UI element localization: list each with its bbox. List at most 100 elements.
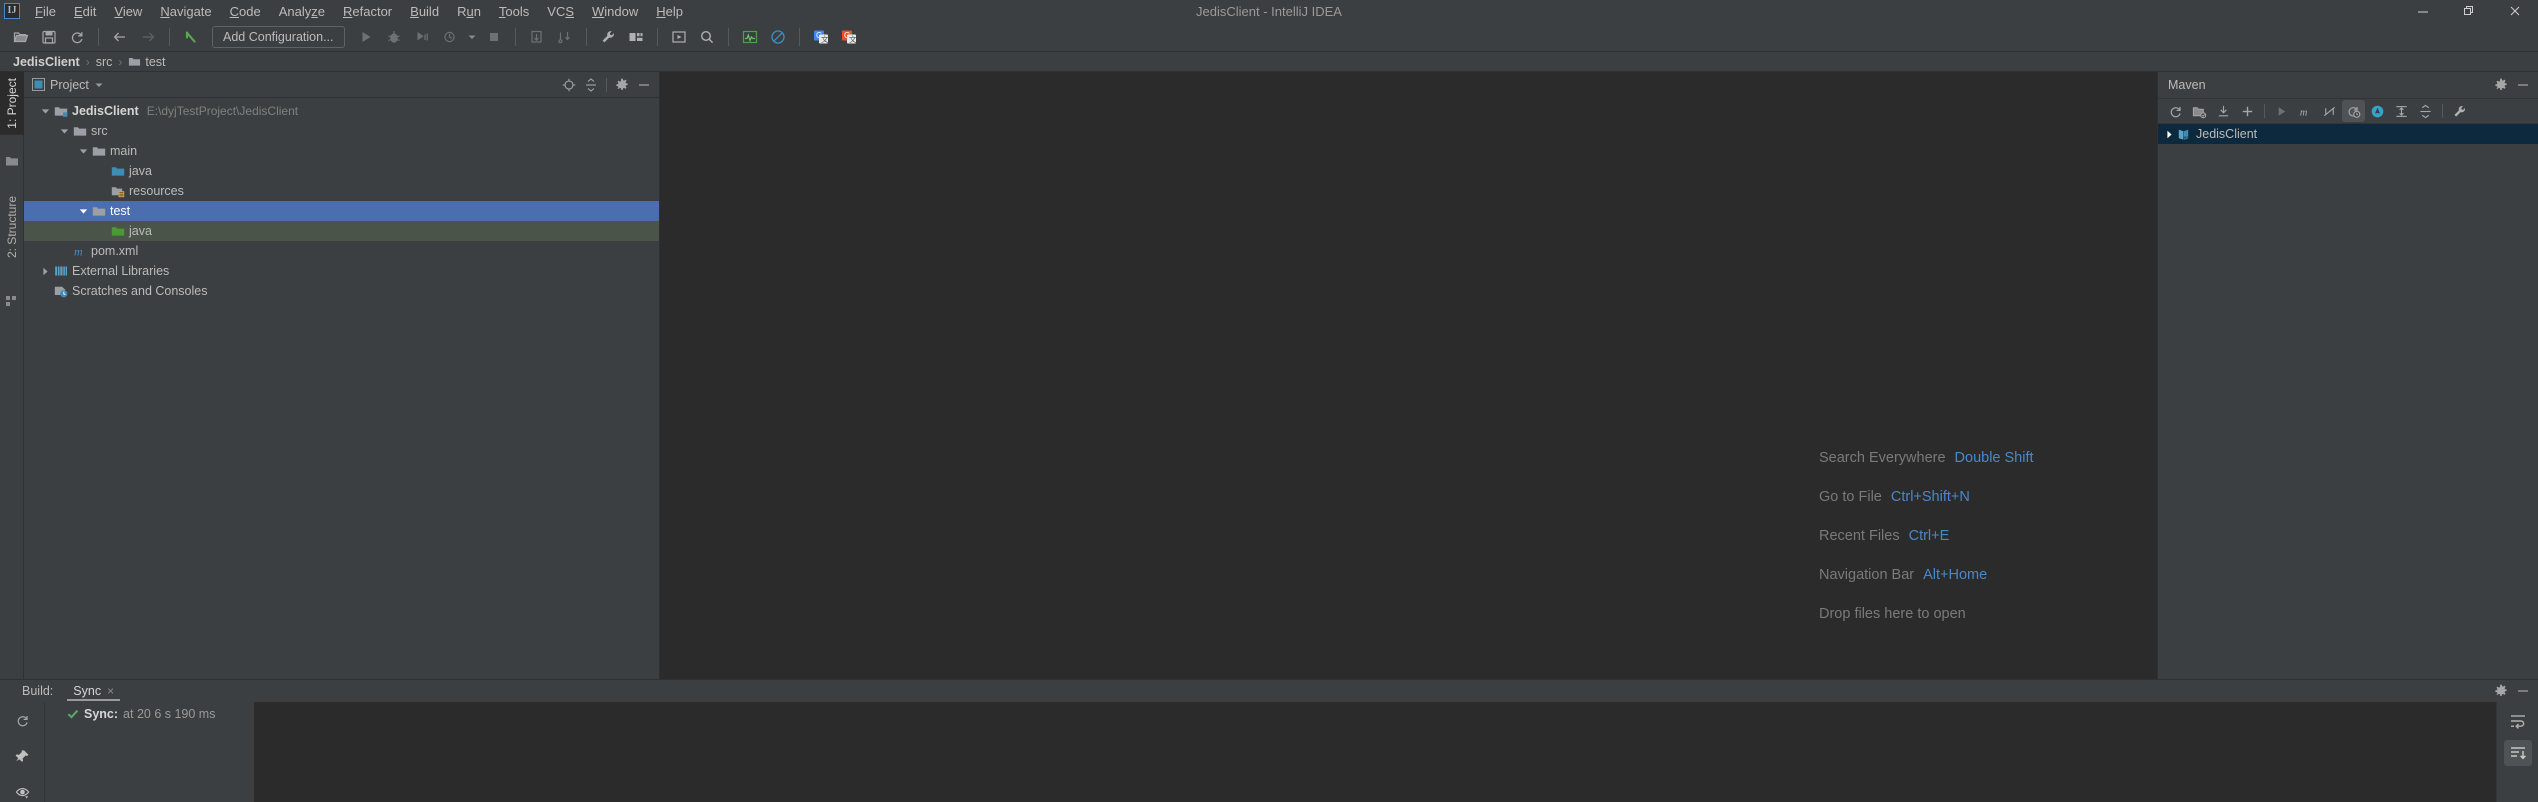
collapse-all-icon[interactable]	[580, 74, 602, 96]
minimize-icon[interactable]	[2512, 680, 2534, 702]
breadcrumb-item-src[interactable]: src	[91, 54, 118, 70]
run-icon[interactable]	[353, 25, 379, 49]
menu-item-navigate[interactable]: Navigate	[151, 2, 220, 21]
pin-tab-icon[interactable]	[11, 746, 33, 766]
close-icon[interactable]	[2492, 0, 2538, 22]
breadcrumb-item-jedisclient[interactable]: JedisClient	[8, 54, 85, 70]
show-dependencies-icon[interactable]	[2366, 100, 2389, 122]
build-output[interactable]	[254, 702, 2538, 802]
reload-all-projects-icon[interactable]	[2164, 100, 2187, 122]
tree-node-external-libraries[interactable]: External Libraries	[24, 261, 659, 281]
chevron-down-icon[interactable]	[95, 81, 103, 89]
debug-icon[interactable]	[381, 25, 407, 49]
chevron-right-icon[interactable]	[38, 267, 52, 276]
tip-go-to-file: Go to File Ctrl+Shift+N	[1819, 477, 2034, 516]
tree-node-jedisclient[interactable]: JedisClient E:\dyjTestProject\JedisClient	[24, 101, 659, 121]
chevron-right-icon[interactable]	[2162, 130, 2176, 139]
close-icon[interactable]: ×	[107, 684, 114, 698]
minimize-icon[interactable]	[2400, 0, 2446, 22]
add-configuration-button[interactable]: Add Configuration...	[212, 25, 345, 48]
tab-sync[interactable]: Sync ×	[67, 682, 121, 701]
wrench-settings-icon[interactable]	[595, 25, 621, 49]
build-row-sync[interactable]: Sync: at 20 6 s 190 ms	[45, 705, 254, 723]
breadcrumb-item-test[interactable]: test	[123, 54, 170, 70]
tree-node-src[interactable]: src	[24, 121, 659, 141]
menu-item-analyze[interactable]: Analyze	[270, 2, 334, 21]
chevron-down-icon[interactable]	[76, 147, 90, 156]
chevron-down-icon[interactable]	[57, 127, 71, 136]
run-with-coverage-icon[interactable]	[409, 25, 435, 49]
minimize-icon[interactable]	[633, 74, 655, 96]
menu-item-window[interactable]: Window	[583, 2, 647, 21]
gear-icon[interactable]	[2490, 680, 2512, 702]
build-side-actions	[0, 702, 44, 802]
gear-icon[interactable]	[2490, 74, 2512, 96]
generate-sources-icon[interactable]	[2188, 100, 2211, 122]
execute-maven-goal-icon[interactable]: m	[2294, 100, 2317, 122]
download-sources-icon[interactable]	[2212, 100, 2235, 122]
no-entry-icon[interactable]	[765, 25, 791, 49]
search-everywhere-icon[interactable]	[694, 25, 720, 49]
menu-item-file[interactable]: File	[26, 2, 65, 21]
menu-item-view[interactable]: View	[105, 2, 151, 21]
chevron-down-icon[interactable]	[465, 33, 479, 41]
rerun-icon[interactable]	[11, 710, 33, 730]
run-maven-build-icon[interactable]	[2270, 100, 2293, 122]
project-structure-icon[interactable]	[623, 25, 649, 49]
tree-node-label: src	[91, 124, 108, 138]
collapse-all-icon[interactable]	[2414, 100, 2437, 122]
expand-all-icon[interactable]	[2390, 100, 2413, 122]
maven-tree: m JedisClient	[2158, 124, 2538, 679]
back-arrow-icon[interactable]	[107, 25, 133, 49]
menu-item-edit[interactable]: Edit	[65, 2, 105, 21]
menu-item-vcs[interactable]: VCS	[538, 2, 583, 21]
folder-icon	[71, 124, 88, 138]
tree-node-resources[interactable]: resources	[24, 181, 659, 201]
minimize-icon[interactable]	[2512, 74, 2534, 96]
tree-node-pom-xml[interactable]: m pom.xml	[24, 241, 659, 261]
chevron-down-icon[interactable]	[38, 107, 52, 116]
scroll-to-end-icon[interactable]	[2503, 740, 2532, 766]
menu-item-build[interactable]: Build	[401, 2, 448, 21]
tree-node-java[interactable]: java	[24, 221, 659, 241]
libraries-icon	[52, 264, 69, 278]
build-row-detail: at 20 6 s 190 ms	[123, 707, 216, 721]
menu-item-refactor[interactable]: Refactor	[334, 2, 401, 21]
restore-icon[interactable]	[2446, 0, 2492, 22]
profiler-monitor-icon[interactable]	[737, 25, 763, 49]
stop-icon[interactable]	[481, 25, 507, 49]
show-warnings-icon[interactable]	[11, 782, 33, 802]
synchronize-icon[interactable]	[64, 25, 90, 49]
menu-item-tools[interactable]: Tools	[490, 2, 538, 21]
menu-item-run[interactable]: Run	[448, 2, 490, 21]
undo-icon[interactable]	[178, 25, 204, 49]
chevron-down-icon[interactable]	[76, 207, 90, 216]
maven-settings-icon[interactable]	[2448, 100, 2471, 122]
commit-icon[interactable]	[552, 25, 578, 49]
google-translate-red-icon[interactable]: G 文	[836, 25, 862, 49]
device-manager-icon[interactable]	[666, 25, 692, 49]
open-folder-icon[interactable]	[8, 25, 34, 49]
toggle-skip-tests-icon[interactable]	[2318, 100, 2341, 122]
maven-node-jedisclient[interactable]: m JedisClient	[2158, 124, 2538, 144]
resource-root-icon	[109, 184, 126, 198]
profile-icon[interactable]	[437, 25, 463, 49]
menu-item-help[interactable]: Help	[647, 2, 692, 21]
add-maven-project-icon[interactable]	[2236, 100, 2259, 122]
sidebar-item-structure[interactable]: 2: Structure	[0, 190, 24, 264]
tree-node-java[interactable]: java	[24, 161, 659, 181]
tree-node-main[interactable]: main	[24, 141, 659, 161]
sidebar-item-project[interactable]: 1: Project	[0, 72, 24, 135]
toggle-offline-mode-icon[interactable]	[2342, 100, 2365, 122]
soft-wrap-icon[interactable]	[2504, 708, 2532, 734]
save-all-icon[interactable]	[36, 25, 62, 49]
tree-node-test[interactable]: test	[24, 201, 659, 221]
gear-icon[interactable]	[611, 74, 633, 96]
google-translate-icon[interactable]: G 文	[808, 25, 834, 49]
update-project-icon[interactable]	[524, 25, 550, 49]
editor-area[interactable]: Search Everywhere Double Shift Go to File C…	[660, 72, 2157, 679]
forward-arrow-icon[interactable]	[135, 25, 161, 49]
tree-node-scratches-and-consoles[interactable]: Scratches and Consoles	[24, 281, 659, 301]
menu-item-code[interactable]: Code	[221, 2, 270, 21]
locate-icon[interactable]	[558, 74, 580, 96]
